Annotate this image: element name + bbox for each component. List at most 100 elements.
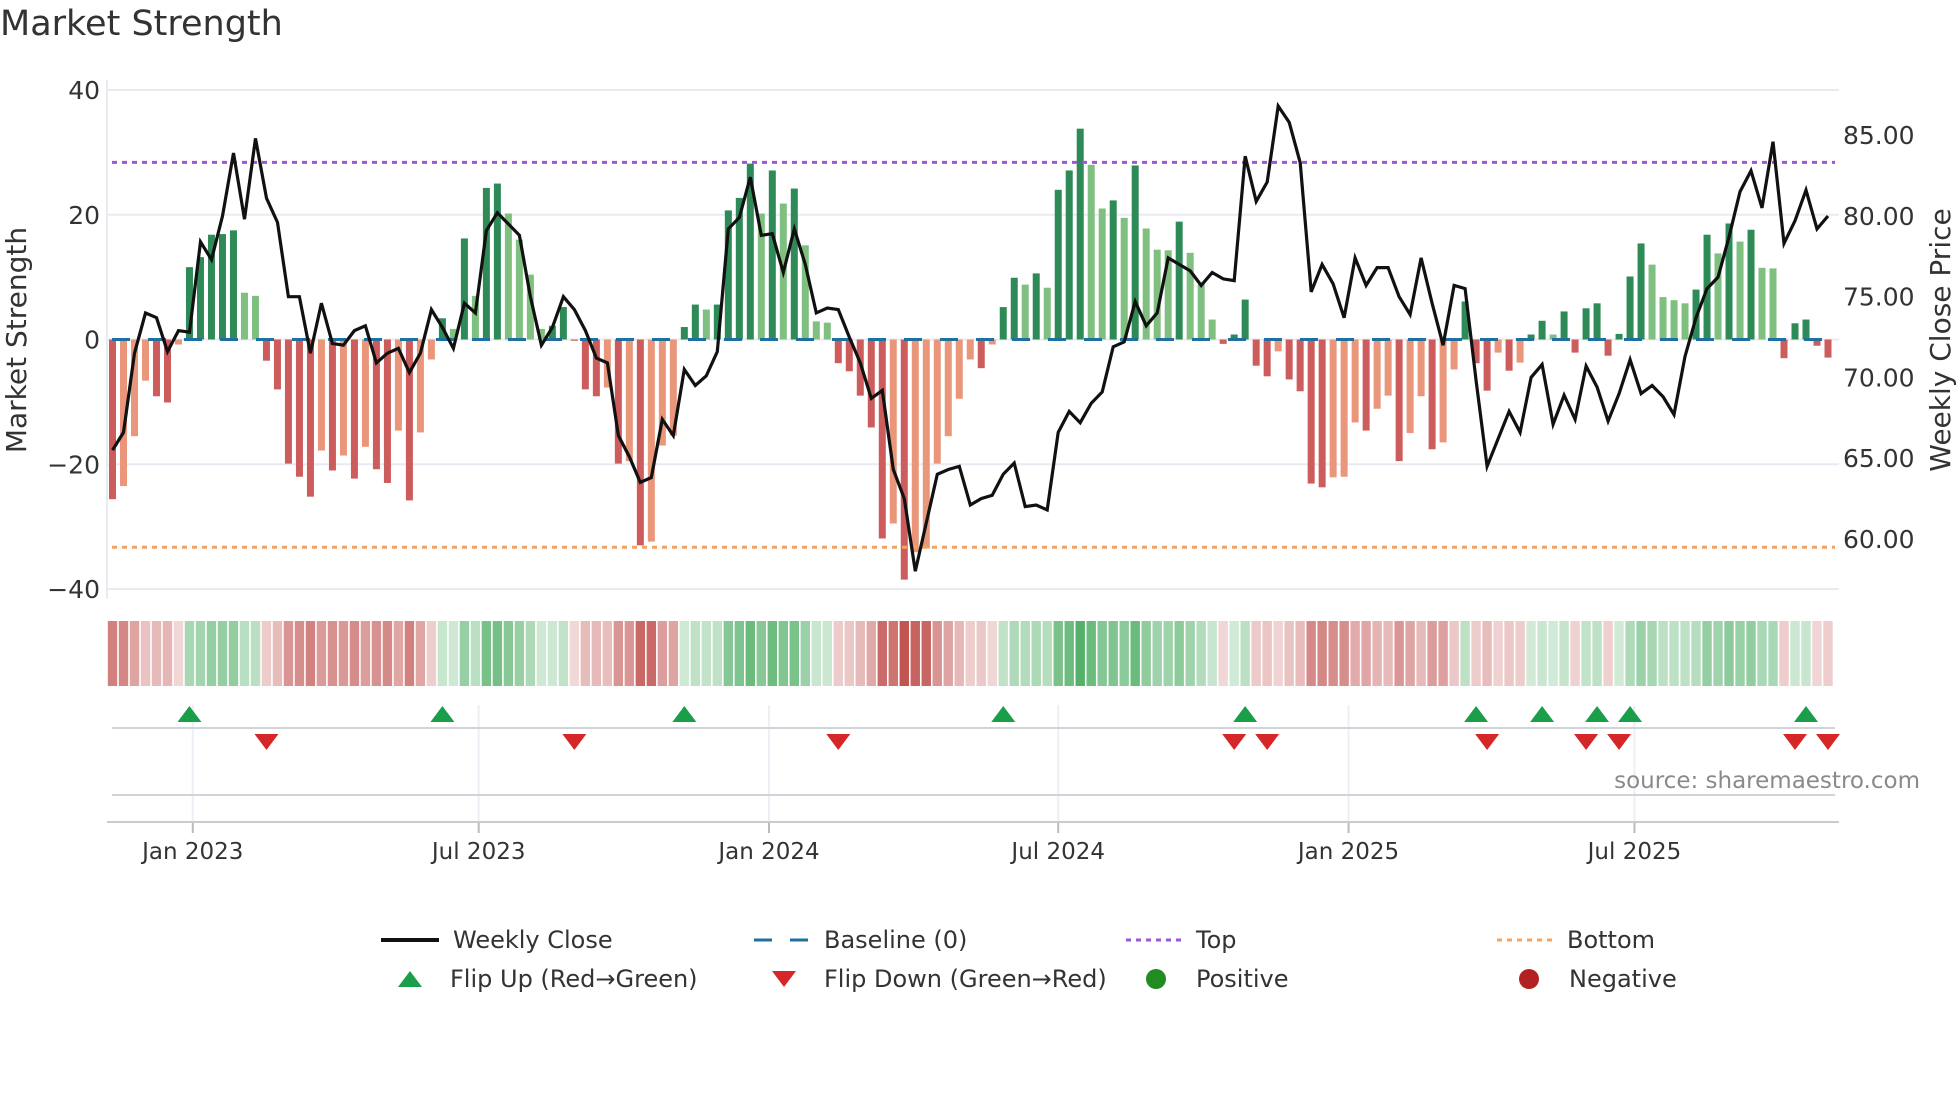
negative-bar bbox=[1307, 339, 1315, 484]
negative-bar bbox=[174, 339, 182, 345]
x-tick-label: Jul 2024 bbox=[1009, 839, 1105, 865]
x-tick-label: Jan 2023 bbox=[140, 839, 243, 865]
heat-cell bbox=[756, 621, 767, 686]
negative-bar bbox=[1780, 339, 1788, 359]
positive-bar bbox=[1538, 320, 1546, 340]
negative-bar bbox=[1351, 339, 1359, 423]
positive-bar bbox=[1637, 243, 1645, 340]
positive-bar bbox=[482, 187, 490, 340]
positive-bar bbox=[493, 183, 501, 340]
x-tick-label: Jul 2023 bbox=[430, 839, 526, 865]
heat-cell bbox=[1053, 621, 1063, 686]
negative-bar bbox=[647, 339, 655, 542]
heat-cell bbox=[745, 621, 756, 686]
gridlines bbox=[106, 80, 1839, 822]
negative-bar bbox=[867, 339, 875, 428]
flip-up-marker bbox=[1464, 706, 1489, 722]
flip-down-marker bbox=[1255, 734, 1280, 750]
negative-bar bbox=[1373, 339, 1381, 409]
heat-cell bbox=[1031, 621, 1041, 686]
negative-bar bbox=[317, 339, 325, 451]
heat-cell bbox=[1075, 621, 1085, 686]
heat-cell bbox=[1515, 621, 1525, 686]
negative-bar bbox=[1450, 339, 1458, 370]
flip-down-marker bbox=[1574, 734, 1599, 750]
negative-bar bbox=[1494, 339, 1502, 353]
heat-cell bbox=[1119, 621, 1129, 686]
heat-cell bbox=[184, 621, 195, 686]
heat-cell bbox=[1086, 621, 1096, 686]
negative-bar bbox=[108, 339, 116, 500]
positive-bar bbox=[1615, 333, 1623, 340]
flip-up-marker bbox=[991, 706, 1016, 722]
heat-cell bbox=[613, 621, 624, 686]
negative-bar bbox=[339, 339, 347, 456]
negative-bar bbox=[1252, 339, 1260, 366]
positive-bar bbox=[790, 188, 798, 340]
negative-bar bbox=[383, 339, 391, 483]
heat-cell bbox=[1581, 621, 1591, 686]
heat-cell bbox=[1812, 621, 1822, 686]
heat-cell bbox=[635, 621, 646, 686]
heat-cell bbox=[1262, 621, 1272, 686]
y2-tick-label: 80.00 bbox=[1843, 202, 1915, 231]
positive-bar bbox=[1120, 217, 1128, 340]
heat-cell bbox=[1570, 621, 1580, 686]
y2-tick-label: 75.00 bbox=[1843, 283, 1915, 312]
negative-bar bbox=[152, 339, 160, 397]
heat-cell bbox=[1350, 621, 1360, 686]
positive-bar bbox=[768, 170, 776, 340]
heat-cell bbox=[173, 621, 184, 686]
flip-up-marker bbox=[1585, 706, 1610, 722]
heat-cell bbox=[195, 621, 206, 686]
heat-cell bbox=[1636, 621, 1646, 686]
heat-cell bbox=[162, 621, 173, 686]
heat-cell bbox=[1449, 621, 1459, 686]
negative-bar bbox=[427, 339, 435, 360]
flip-down-marker bbox=[1816, 734, 1841, 750]
positive-bar bbox=[999, 307, 1007, 340]
heat-cell bbox=[965, 621, 975, 686]
negative-bar bbox=[284, 339, 292, 464]
positive-bar bbox=[680, 327, 688, 340]
positive-bar bbox=[1186, 252, 1194, 340]
heat-cell bbox=[1361, 621, 1371, 686]
heat-cell bbox=[239, 621, 250, 686]
heat-cell bbox=[338, 621, 349, 686]
heat-cell bbox=[437, 621, 448, 686]
heat-cell bbox=[1702, 621, 1712, 686]
heat-cell bbox=[932, 621, 942, 686]
heat-cell bbox=[272, 621, 283, 686]
negative-bar bbox=[1516, 339, 1524, 363]
heat-cell bbox=[910, 621, 920, 686]
heat-cell bbox=[1713, 621, 1723, 686]
heat-cell bbox=[1603, 621, 1613, 686]
flip-down-marker bbox=[1222, 734, 1247, 750]
positive-bar bbox=[1659, 297, 1667, 340]
heat-cell bbox=[1647, 621, 1657, 686]
heat-cell bbox=[1625, 621, 1635, 686]
negative-bar bbox=[295, 339, 303, 477]
heat-cell bbox=[1790, 621, 1800, 686]
negative-bar bbox=[262, 339, 270, 361]
heat-cell bbox=[899, 621, 909, 686]
y-tick-label: 20 bbox=[68, 201, 100, 230]
heat-cell bbox=[1185, 621, 1195, 686]
flip-up-marker bbox=[1794, 706, 1819, 722]
heat-cell bbox=[316, 621, 327, 686]
heat-cell bbox=[514, 621, 525, 686]
heat-cell bbox=[547, 621, 558, 686]
positive-bar bbox=[1582, 308, 1590, 340]
negative-bar bbox=[1417, 339, 1425, 397]
heat-cell bbox=[976, 621, 986, 686]
negative-bar bbox=[878, 339, 886, 539]
heat-cell bbox=[426, 621, 437, 686]
flip-down-marker bbox=[1783, 734, 1808, 750]
heat-cell bbox=[1097, 621, 1107, 686]
heat-cell bbox=[789, 621, 800, 686]
positive-bar bbox=[1802, 319, 1810, 340]
negative-bar bbox=[1483, 339, 1491, 391]
negative-bar bbox=[1571, 339, 1579, 353]
positive-bar bbox=[1054, 189, 1062, 340]
negative-bar bbox=[900, 339, 908, 580]
